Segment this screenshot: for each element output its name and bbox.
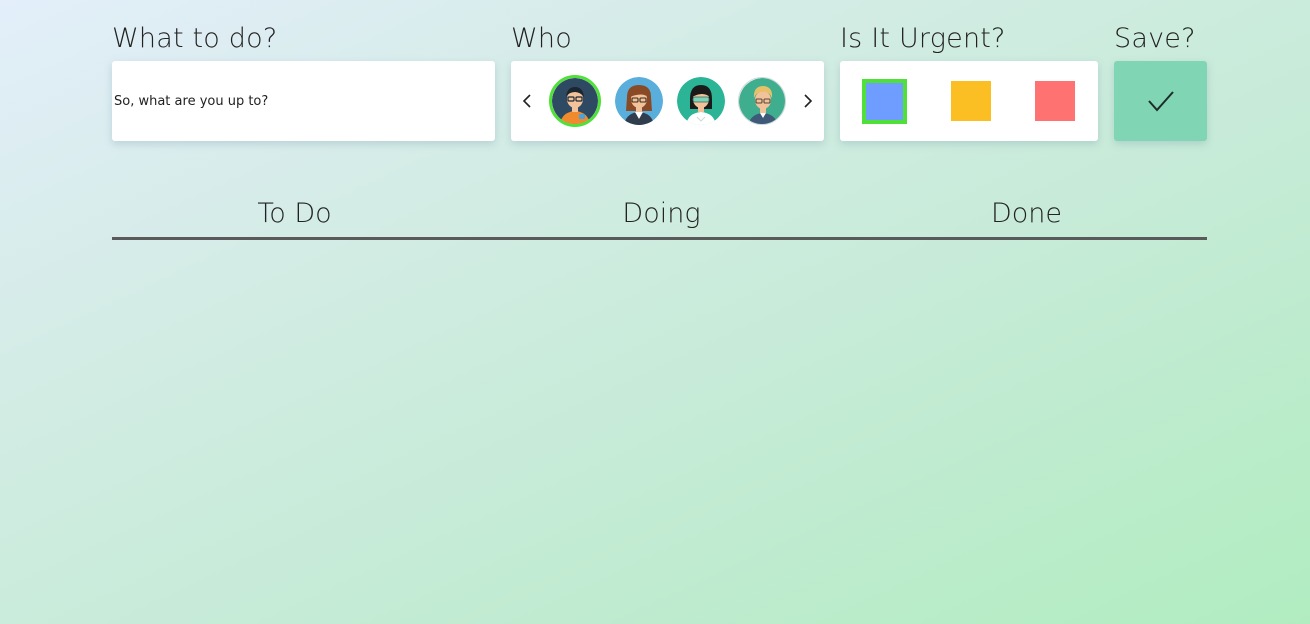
column-todo-header: To Do — [257, 198, 332, 229]
urgency-medium-swatch[interactable] — [951, 81, 991, 121]
who-label: Who — [511, 23, 572, 54]
board-divider — [112, 237, 1207, 240]
urgency-label: Is It Urgent? — [840, 23, 1006, 54]
task-input[interactable] — [112, 61, 495, 141]
save-button[interactable] — [1114, 61, 1207, 141]
avatar-man-blond[interactable] — [738, 77, 786, 125]
avatar-woman-headset[interactable] — [677, 77, 725, 125]
avatar-woman-brown-hair[interactable] — [615, 77, 663, 125]
task-input-card — [112, 61, 495, 141]
urgency-high-swatch[interactable] — [1035, 81, 1075, 121]
checkmark-icon — [1147, 91, 1174, 112]
who-selector — [511, 61, 824, 141]
column-doing-header: Doing — [622, 198, 701, 229]
chevron-left-icon[interactable] — [518, 89, 536, 113]
avatar-man-glasses[interactable] — [549, 75, 601, 127]
urgency-low-swatch[interactable] — [862, 79, 907, 124]
save-label: Save? — [1114, 23, 1196, 54]
urgency-selector — [840, 61, 1098, 141]
chevron-right-icon[interactable] — [799, 89, 817, 113]
column-done-header: Done — [990, 198, 1063, 229]
task-label: What to do? — [112, 23, 278, 54]
